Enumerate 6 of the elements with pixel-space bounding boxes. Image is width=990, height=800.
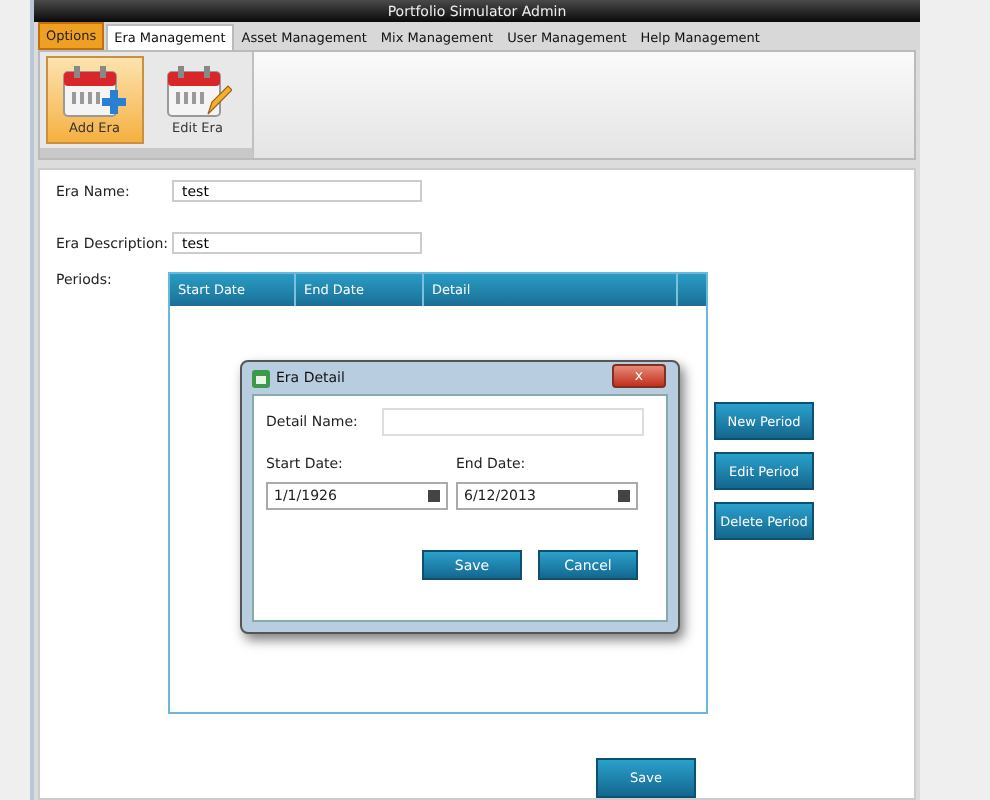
input-field[interactable]: [382, 408, 644, 436]
calendar-plus-icon: [60, 64, 129, 120]
calendar-icon: [428, 490, 440, 502]
calendar-icon: [618, 490, 630, 502]
calendar-pencil-icon: [163, 64, 232, 120]
app-icon: [252, 369, 270, 387]
